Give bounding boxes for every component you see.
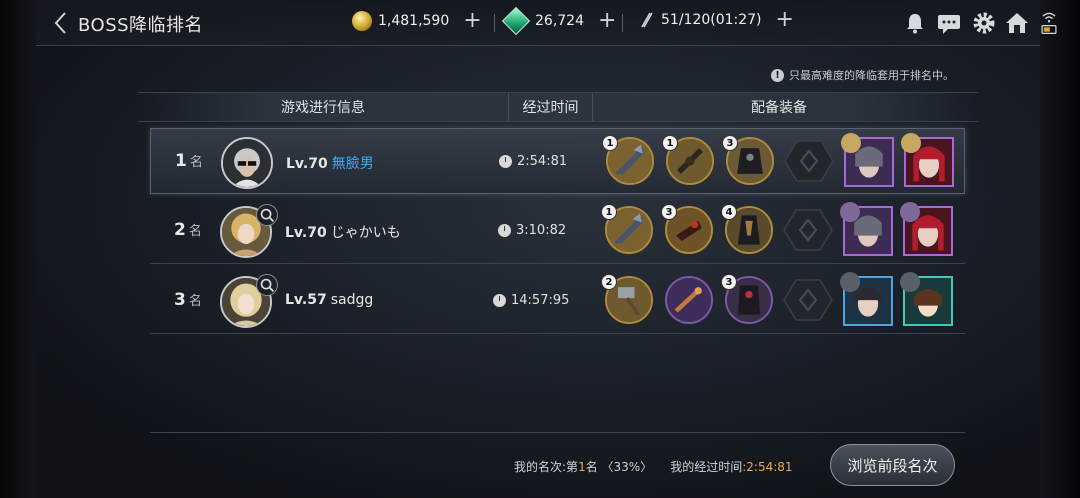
equipment-count-badge: 3 bbox=[661, 204, 677, 220]
search-icon[interactable] bbox=[256, 274, 278, 296]
column-header-info: 游戏进行信息 bbox=[281, 100, 365, 116]
clock-icon bbox=[499, 155, 512, 168]
wifi-battery-icon bbox=[1041, 12, 1057, 35]
my-rank-label: 我的名次 bbox=[514, 460, 563, 474]
stamina-ticket-icon bbox=[641, 12, 653, 28]
home-icon[interactable] bbox=[1004, 10, 1030, 36]
my-rank-prefix: :第 bbox=[562, 460, 579, 474]
card-rank-icon bbox=[841, 133, 861, 153]
top-bar: BOSS降临排名 1,481,590 + 26,724 + 51/120(01:… bbox=[36, 0, 1057, 46]
avatar[interactable] bbox=[221, 137, 273, 189]
add-stamina-button[interactable]: + bbox=[776, 9, 794, 31]
equipment-count-badge: 1 bbox=[602, 135, 618, 151]
gold-coin-icon bbox=[352, 11, 372, 31]
card-rank-icon bbox=[900, 202, 920, 222]
card-rank-icon bbox=[840, 202, 860, 222]
rank: 1名 bbox=[175, 151, 203, 171]
empty-slot-icon[interactable] bbox=[784, 139, 834, 183]
equipment-count-badge: 3 bbox=[722, 135, 738, 151]
my-ranking-summary: 我的名次:第1名 〈33%〉 我的经过时间:2:54:81 bbox=[514, 458, 793, 475]
my-time-label: 我的经过时间 bbox=[670, 460, 743, 474]
equipment-count-badge: 1 bbox=[662, 135, 678, 151]
gold-resource: 1,481,590 + bbox=[352, 10, 482, 32]
table-row[interactable]: 3名 Lv.57 sadgg 14:57:95 2 3 bbox=[150, 268, 965, 334]
empty-slot-icon[interactable] bbox=[783, 278, 833, 322]
player-name: Lv.70 無臉男 bbox=[286, 156, 374, 172]
browse-top-ranks-button[interactable]: 浏览前段名次 bbox=[830, 444, 955, 486]
crystal-icon bbox=[501, 6, 531, 36]
equipment-staff-icon[interactable] bbox=[665, 276, 713, 324]
bell-icon[interactable] bbox=[902, 10, 928, 36]
search-icon[interactable] bbox=[256, 204, 278, 226]
player-name: Lv.70 じゃかいも bbox=[285, 225, 401, 241]
gold-amount: 1,481,590 bbox=[378, 13, 450, 29]
stamina-resource: 51/120(01:27) + bbox=[638, 9, 794, 31]
elapsed-time: 14:57:95 bbox=[493, 293, 569, 308]
divider bbox=[622, 14, 623, 32]
my-rank-suffix: 名 〈33%〉 bbox=[585, 460, 653, 474]
chat-icon[interactable] bbox=[936, 10, 962, 36]
stamina-amount: 51/120(01:27) bbox=[661, 12, 762, 28]
left-edge bbox=[0, 0, 36, 498]
card-rank-icon bbox=[840, 272, 860, 292]
rank: 3名 bbox=[174, 290, 202, 310]
info-icon: ! bbox=[771, 68, 784, 82]
player-name: Lv.57 sadgg bbox=[285, 292, 374, 308]
table-header: 游戏进行信息 经过时间 配备装备 bbox=[138, 92, 978, 122]
add-crystal-button[interactable]: + bbox=[598, 10, 616, 32]
add-gold-button[interactable]: + bbox=[463, 10, 481, 32]
card-rank-icon bbox=[901, 133, 921, 153]
empty-slot-icon[interactable] bbox=[783, 208, 833, 252]
crystal-amount: 26,724 bbox=[535, 13, 584, 29]
table-row[interactable]: 1名 Lv.70 無臉男 2:54:81 1 1 3 bbox=[150, 128, 965, 194]
rank: 2名 bbox=[174, 220, 202, 240]
column-header-equipment: 配备装备 bbox=[751, 100, 807, 116]
column-header-time: 经过时间 bbox=[508, 93, 593, 121]
clock-icon bbox=[493, 294, 506, 307]
equipment-count-badge: 2 bbox=[601, 274, 617, 290]
notice-text: 只最高难度的降临套用于排名中。 bbox=[789, 69, 954, 82]
divider bbox=[494, 14, 495, 32]
equipment-count-badge: 3 bbox=[721, 274, 737, 290]
back-arrow-icon[interactable] bbox=[50, 10, 74, 36]
my-rank-value: 1 bbox=[578, 460, 586, 474]
my-time-value: :2:54:81 bbox=[742, 460, 793, 474]
elapsed-time: 3:10:82 bbox=[498, 223, 566, 238]
ranking-notice: ! 只最高难度的降临套用于排名中。 bbox=[771, 67, 954, 83]
crystal-resource: 26,724 + bbox=[501, 6, 616, 36]
clock-icon bbox=[498, 224, 511, 237]
gear-icon[interactable] bbox=[971, 10, 997, 36]
card-rank-icon bbox=[900, 272, 920, 292]
elapsed-time: 2:54:81 bbox=[499, 154, 567, 169]
divider bbox=[150, 432, 965, 433]
page-title: BOSS降临排名 bbox=[78, 15, 204, 36]
equipment-count-badge: 4 bbox=[721, 204, 737, 220]
table-row[interactable]: 2名 Lv.70 じゃかいも 3:10:82 1 3 4 bbox=[150, 198, 965, 264]
equipment-count-badge: 1 bbox=[601, 204, 617, 220]
right-edge bbox=[1040, 0, 1080, 498]
